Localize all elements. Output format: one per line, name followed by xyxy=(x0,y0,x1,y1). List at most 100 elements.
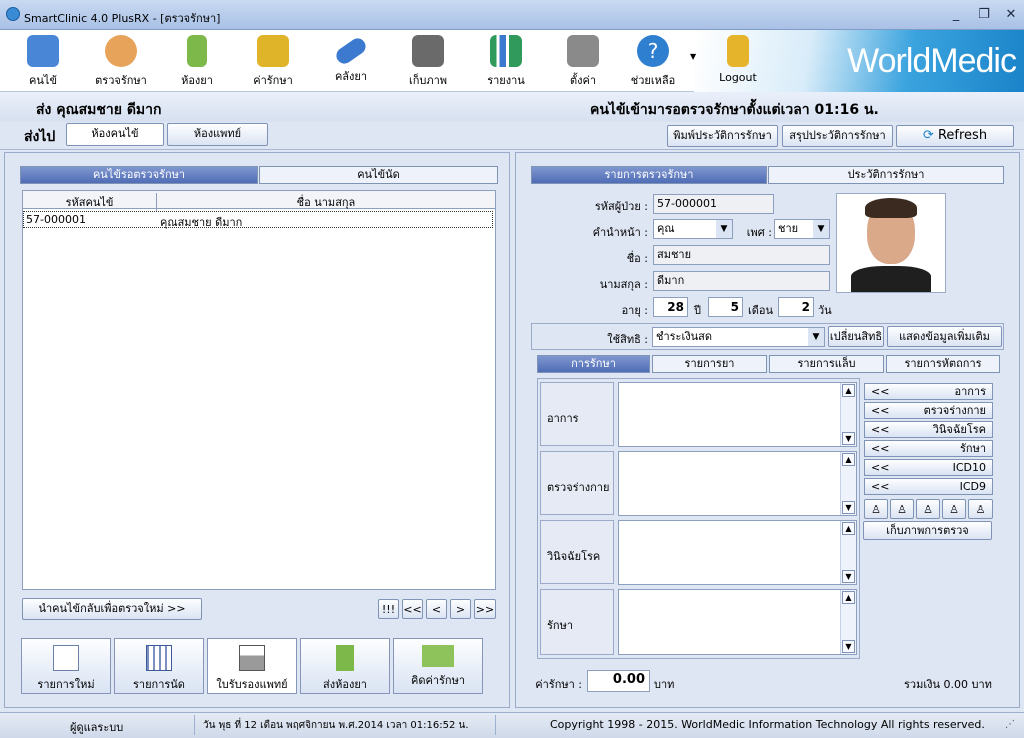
exam-label-cell: ตรวจร่างกาย xyxy=(540,451,614,515)
toolbar-photo-button[interactable]: เก็บภาพ xyxy=(393,32,463,90)
tab-treatment-history[interactable]: ประวัติการรักษา xyxy=(768,166,1004,184)
add-symptom-button[interactable]: << อาการ xyxy=(864,383,993,400)
nav-last-button[interactable]: >> xyxy=(474,599,496,619)
tab-treatment-list[interactable]: รายการตรวจรักษา xyxy=(531,166,767,184)
scroll-up-icon[interactable]: ▲ xyxy=(842,453,855,466)
subtab-lab[interactable]: รายการแล็บ xyxy=(769,355,884,373)
diagnosis-label: วินิจฉัยโรค xyxy=(547,550,601,563)
patient-room-button[interactable]: ห้องคนไข้ xyxy=(66,123,164,146)
diagnosis-label-cell: วินิจฉัยโรค xyxy=(540,520,614,584)
prefix-label: คำนำหน้า : xyxy=(592,226,648,239)
nav-mark-button[interactable]: !!! xyxy=(378,599,399,619)
help-dropdown-icon[interactable]: ▼ xyxy=(690,52,696,61)
subtab-treatment[interactable]: การรักษา xyxy=(537,355,650,373)
minimize-button[interactable]: _ xyxy=(944,5,968,25)
bar-chart-icon xyxy=(490,35,522,67)
toolbar-patient-button[interactable]: คนไข้ xyxy=(8,32,78,90)
toolbar-pharmacy-button[interactable]: ห้องยา xyxy=(162,32,232,90)
nav-first-button[interactable]: << xyxy=(402,599,423,619)
print-history-button[interactable]: พิมพ์ประวัติการรักษา xyxy=(667,125,778,147)
calculate-fee-button[interactable]: คิดค่ารักษา xyxy=(393,638,483,694)
close-button[interactable]: ✕ xyxy=(999,5,1023,25)
treatment-textarea[interactable]: ▲ ▼ xyxy=(618,589,857,655)
subtab-procedure[interactable]: รายการหัตถการ xyxy=(886,355,1000,373)
scroll-down-icon[interactable]: ▼ xyxy=(842,640,855,653)
icd10-button[interactable]: << ICD10 xyxy=(864,459,993,476)
return-patient-button[interactable]: นำคนไข้กลับเพื่อตรวจใหม่ >> xyxy=(22,598,202,620)
add-exam-button[interactable]: << ตรวจร่างกาย xyxy=(864,402,993,419)
symptom-textarea[interactable]: ▲ ▼ xyxy=(618,382,857,447)
body-part-buttons: ♙ ♙ ♙ ♙ ♙ xyxy=(864,499,994,519)
money-icon xyxy=(422,645,454,667)
summary-history-button[interactable]: สรุปประวัติการรักษา xyxy=(782,125,893,147)
new-list-button[interactable]: รายการใหม่ xyxy=(21,638,111,694)
scroll-up-icon[interactable]: ▲ xyxy=(842,591,855,604)
refresh-button[interactable]: ⟳ Refresh xyxy=(896,125,1014,147)
send-pharmacy-button[interactable]: ส่งห้องยา xyxy=(300,638,390,694)
age-days-field[interactable]: 2 xyxy=(778,297,814,317)
body-left-icon[interactable]: ♙ xyxy=(916,499,940,519)
medical-certificate-button[interactable]: ใบรับรองแพทย์ xyxy=(207,638,297,694)
sex-select[interactable]: ชาย ▼ xyxy=(774,219,830,239)
icd9-label: ICD9 xyxy=(959,480,986,493)
body-back-icon[interactable]: ♙ xyxy=(890,499,914,519)
scrollbar[interactable]: ▲ ▼ xyxy=(840,521,856,584)
tab-waiting-patients[interactable]: คนไข้รอตรวจรักษา xyxy=(20,166,258,184)
hn-field[interactable]: 57-000001 xyxy=(653,194,774,214)
body-head-icon[interactable]: ♙ xyxy=(968,499,993,519)
years-unit: ปี xyxy=(694,304,701,317)
scrollbar[interactable]: ▲ ▼ xyxy=(840,452,856,515)
doctor-room-button[interactable]: ห้องแพทย์ xyxy=(167,123,268,146)
body-front-icon[interactable]: ♙ xyxy=(864,499,888,519)
add-treatment-button[interactable]: << รักษา xyxy=(864,440,993,457)
age-months-field[interactable]: 5 xyxy=(708,297,743,317)
scrollbar[interactable]: ▲ ▼ xyxy=(840,590,856,654)
column-header-id: รหัสคนไข้ xyxy=(23,193,157,211)
coverage-select[interactable]: ชำระเงินสด ▼ xyxy=(652,327,825,347)
last-name-field[interactable]: ดีมาก xyxy=(653,271,830,291)
refresh-label: Refresh xyxy=(937,128,988,143)
add-diagnosis-label: วินิจฉัยโรค xyxy=(932,423,986,436)
capture-exam-photo-button[interactable]: เก็บภาพการตรวจ xyxy=(863,521,992,540)
medicine-bottle-icon xyxy=(336,645,354,671)
appointment-list-button[interactable]: รายการนัด xyxy=(114,638,204,694)
icd9-button[interactable]: << ICD9 xyxy=(864,478,993,495)
scroll-down-icon[interactable]: ▼ xyxy=(842,570,855,583)
add-diagnosis-button[interactable]: << วินิจฉัยโรค xyxy=(864,421,993,438)
maximize-button[interactable]: ❐ xyxy=(972,5,996,25)
nav-next-button[interactable]: > xyxy=(450,599,471,619)
resize-grip-icon[interactable]: ⋰ xyxy=(1005,719,1015,730)
age-years-field[interactable]: 28 xyxy=(653,297,688,317)
exam-textarea[interactable]: ▲ ▼ xyxy=(618,451,857,516)
toolbar-fee-button[interactable]: ค่ารักษา xyxy=(238,32,308,90)
toolbar-settings-button[interactable]: ตั้งค่า xyxy=(548,32,618,90)
patient-table: รหัสคนไข้ ชื่อ นามสกุล 57-000001 คุณสมชา… xyxy=(22,190,496,590)
toolbar-logout-button[interactable]: Logout xyxy=(703,32,773,90)
scroll-down-icon[interactable]: ▼ xyxy=(842,432,855,445)
prefix-select[interactable]: คุณ ▼ xyxy=(653,219,733,239)
toolbar-report-button[interactable]: รายงาน xyxy=(471,32,541,90)
nav-prev-button[interactable]: < xyxy=(426,599,447,619)
scroll-up-icon[interactable]: ▲ xyxy=(842,384,855,397)
scroll-down-icon[interactable]: ▼ xyxy=(842,501,855,514)
days-unit: วัน xyxy=(818,304,832,317)
table-row[interactable]: 57-000001 คุณสมชาย ดีมาก xyxy=(23,211,493,229)
toolbar-examine-button[interactable]: ตรวจรักษา xyxy=(86,32,156,90)
scroll-up-icon[interactable]: ▲ xyxy=(842,522,855,535)
toolbar-help-button[interactable]: ? ช่วยเหลือ xyxy=(618,32,688,90)
body-right-icon[interactable]: ♙ xyxy=(942,499,966,519)
subtab-medicine[interactable]: รายการยา xyxy=(652,355,767,373)
fee-field[interactable]: 0.00 xyxy=(587,670,650,692)
change-coverage-button[interactable]: เปลี่ยนสิทธิ xyxy=(828,326,884,347)
tab-appointment-patients[interactable]: คนไข้นัด xyxy=(259,166,498,184)
coverage-value: ชำระเงินสด xyxy=(656,330,712,343)
toolbar-stock-button[interactable]: คลังยา xyxy=(316,32,386,90)
first-name-field[interactable]: สมชาย xyxy=(653,245,830,265)
show-more-info-button[interactable]: แสดงข้อมูลเพิ่มเติม xyxy=(887,326,1002,347)
diagnosis-textarea[interactable]: ▲ ▼ xyxy=(618,520,857,585)
scrollbar[interactable]: ▲ ▼ xyxy=(840,383,856,446)
medical-certificate-label: ใบรับรองแพทย์ xyxy=(216,678,288,691)
last-name-label: นามสกุล : xyxy=(599,278,648,291)
arrow-left-icon: << xyxy=(871,423,890,436)
months-unit: เดือน xyxy=(748,304,774,317)
